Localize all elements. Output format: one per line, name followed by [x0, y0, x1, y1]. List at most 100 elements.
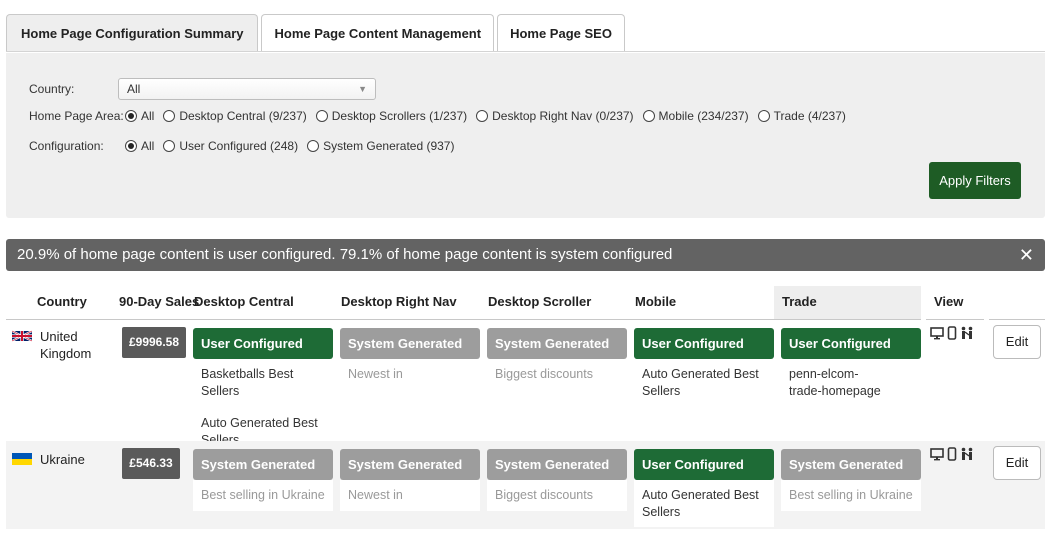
- configuration-label: Configuration:: [29, 139, 104, 153]
- radio-label: All: [141, 109, 155, 123]
- radio-label: System Generated (937): [323, 139, 455, 153]
- area-radio-desktop-right-nav[interactable]: Desktop Right Nav (0/237): [476, 109, 634, 123]
- table-header: Country 90-Day Sales Desktop Central Des…: [6, 286, 1045, 320]
- desktop-icon[interactable]: [930, 447, 944, 461]
- status-badge: User Configured: [781, 328, 921, 359]
- header-desktop-scroller[interactable]: Desktop Scroller: [488, 286, 591, 320]
- content-item[interactable]: Best selling in Ukraine: [193, 480, 333, 504]
- config-radio-user-configured[interactable]: User Configured (248): [163, 139, 298, 153]
- edit-button[interactable]: Edit: [993, 446, 1041, 480]
- area-radio-desktop-scrollers[interactable]: Desktop Scrollers (1/237): [315, 109, 468, 123]
- tab-seo[interactable]: Home Page SEO: [497, 14, 625, 52]
- mobile-cell: User Configured Auto Generated Best Sell…: [634, 328, 774, 400]
- trade-cell: System Generated Best selling in Ukraine: [781, 449, 921, 511]
- radio-label: Desktop Scrollers (1/237): [331, 109, 468, 123]
- trade-cell: User Configured penn-elcom-trade-homepag…: [781, 328, 921, 400]
- country-cell: United Kingdom: [12, 328, 102, 362]
- country-select-value: All: [127, 82, 141, 96]
- status-badge: System Generated: [781, 449, 921, 480]
- filter-panel: Country: All ▼ Home Page Area: All Deskt…: [6, 53, 1045, 218]
- uk-flag-icon: [12, 330, 32, 342]
- content-item[interactable]: Newest in: [340, 359, 480, 383]
- area-radio-mobile[interactable]: Mobile (234/237): [642, 109, 749, 123]
- radio-label: Desktop Right Nav (0/237): [492, 109, 634, 123]
- configuration-radio-group: All User Configured (248) System Generat…: [125, 139, 463, 153]
- radio-unselected-icon: [307, 140, 320, 152]
- content-item[interactable]: Basketballs Best Sellers: [193, 359, 333, 400]
- ukraine-flag-icon: [12, 453, 32, 465]
- area-radio-all[interactable]: All: [125, 109, 154, 123]
- trade-icon[interactable]: [960, 447, 974, 461]
- view-icons: [930, 447, 974, 461]
- apply-filters-button[interactable]: Apply Filters: [929, 162, 1021, 199]
- header-country[interactable]: Country: [37, 286, 87, 320]
- view-icons: [930, 326, 974, 340]
- sales-badge: £9996.58: [122, 327, 186, 358]
- status-badge: User Configured: [634, 328, 774, 359]
- status-badge: System Generated: [340, 328, 480, 359]
- radio-selected-icon: [125, 140, 137, 152]
- country-select[interactable]: All ▼: [118, 78, 376, 100]
- radio-selected-icon: [125, 110, 137, 122]
- header-sales[interactable]: 90-Day Sales: [119, 286, 199, 320]
- status-badge: User Configured: [634, 449, 774, 480]
- mobile-icon[interactable]: [947, 447, 957, 461]
- edit-button[interactable]: Edit: [993, 325, 1041, 359]
- area-radio-desktop-central[interactable]: Desktop Central (9/237): [163, 109, 307, 123]
- banner-text: 20.9% of home page content is user confi…: [17, 246, 673, 263]
- home-page-area-label: Home Page Area:: [29, 109, 124, 123]
- country-filter-label: Country:: [29, 82, 75, 96]
- content-item[interactable]: Auto Generated Best Sellers: [634, 359, 774, 400]
- content-item[interactable]: Biggest discounts: [487, 480, 627, 504]
- trade-icon[interactable]: [960, 326, 974, 340]
- radio-unselected-icon: [476, 110, 489, 122]
- radio-unselected-icon: [757, 110, 770, 122]
- sales-badge: £546.33: [122, 448, 180, 479]
- radio-label: All: [141, 139, 155, 153]
- country-name: United Kingdom: [40, 329, 92, 361]
- status-badge: System Generated: [193, 449, 333, 480]
- config-radio-all[interactable]: All: [125, 139, 154, 153]
- home-page-area-radio-group: All Desktop Central (9/237) Desktop Scro…: [125, 109, 855, 123]
- radio-unselected-icon: [163, 110, 176, 122]
- content-item[interactable]: Newest in: [340, 480, 480, 504]
- home-page-area-filter-row: Home Page Area: All Desktop Central (9/2…: [29, 109, 855, 123]
- desktop-icon[interactable]: [930, 326, 944, 340]
- desktop-scroller-cell: System Generated Biggest discounts: [487, 449, 627, 511]
- radio-label: User Configured (248): [179, 139, 299, 153]
- desktop-central-cell: System Generated Best selling in Ukraine: [193, 449, 333, 511]
- tab-configuration-summary[interactable]: Home Page Configuration Summary: [6, 14, 259, 52]
- desktop-right-nav-cell: System Generated Newest in: [340, 449, 480, 511]
- tab-bar: Home Page Configuration Summary Home Pag…: [6, 14, 625, 52]
- config-radio-system-generated[interactable]: System Generated (937): [307, 139, 454, 153]
- radio-label: Trade (4/237): [773, 109, 846, 123]
- close-icon[interactable]: ✕: [1019, 239, 1034, 271]
- country-cell: Ukraine: [12, 451, 85, 468]
- status-badge: System Generated: [487, 328, 627, 359]
- mobile-icon[interactable]: [947, 326, 957, 340]
- radio-unselected-icon: [642, 110, 655, 122]
- header-mobile[interactable]: Mobile: [635, 286, 676, 320]
- radio-unselected-icon: [163, 140, 176, 152]
- country-filter-row: Country: All ▼: [29, 78, 376, 100]
- tab-content-management[interactable]: Home Page Content Management: [261, 14, 495, 52]
- content-item[interactable]: Biggest discounts: [487, 359, 627, 383]
- status-badge: System Generated: [487, 449, 627, 480]
- desktop-central-cell: User Configured Basketballs Best Sellers…: [193, 328, 333, 449]
- desktop-right-nav-cell: System Generated Newest in: [340, 328, 480, 383]
- chevron-down-icon: ▼: [358, 84, 367, 94]
- status-badge: User Configured: [193, 328, 333, 359]
- header-desktop-central[interactable]: Desktop Central: [194, 286, 294, 320]
- area-radio-trade[interactable]: Trade (4/237): [757, 109, 846, 123]
- table-row: Ukraine £546.33 System Generated Best se…: [6, 441, 1045, 529]
- content-item[interactable]: Best selling in Ukraine: [781, 480, 921, 504]
- content-item[interactable]: Auto Generated Best Sellers: [634, 480, 774, 521]
- table-row: United Kingdom £9996.58 User Configured …: [6, 320, 1045, 447]
- status-badge: System Generated: [340, 449, 480, 480]
- header-desktop-right-nav[interactable]: Desktop Right Nav: [341, 286, 457, 320]
- desktop-scroller-cell: System Generated Biggest discounts: [487, 328, 627, 383]
- content-item[interactable]: penn-elcom-trade-homepage: [781, 359, 921, 400]
- header-trade[interactable]: Trade: [774, 286, 921, 320]
- country-name: Ukraine: [40, 452, 85, 467]
- configuration-summary-banner: 20.9% of home page content is user confi…: [6, 239, 1045, 271]
